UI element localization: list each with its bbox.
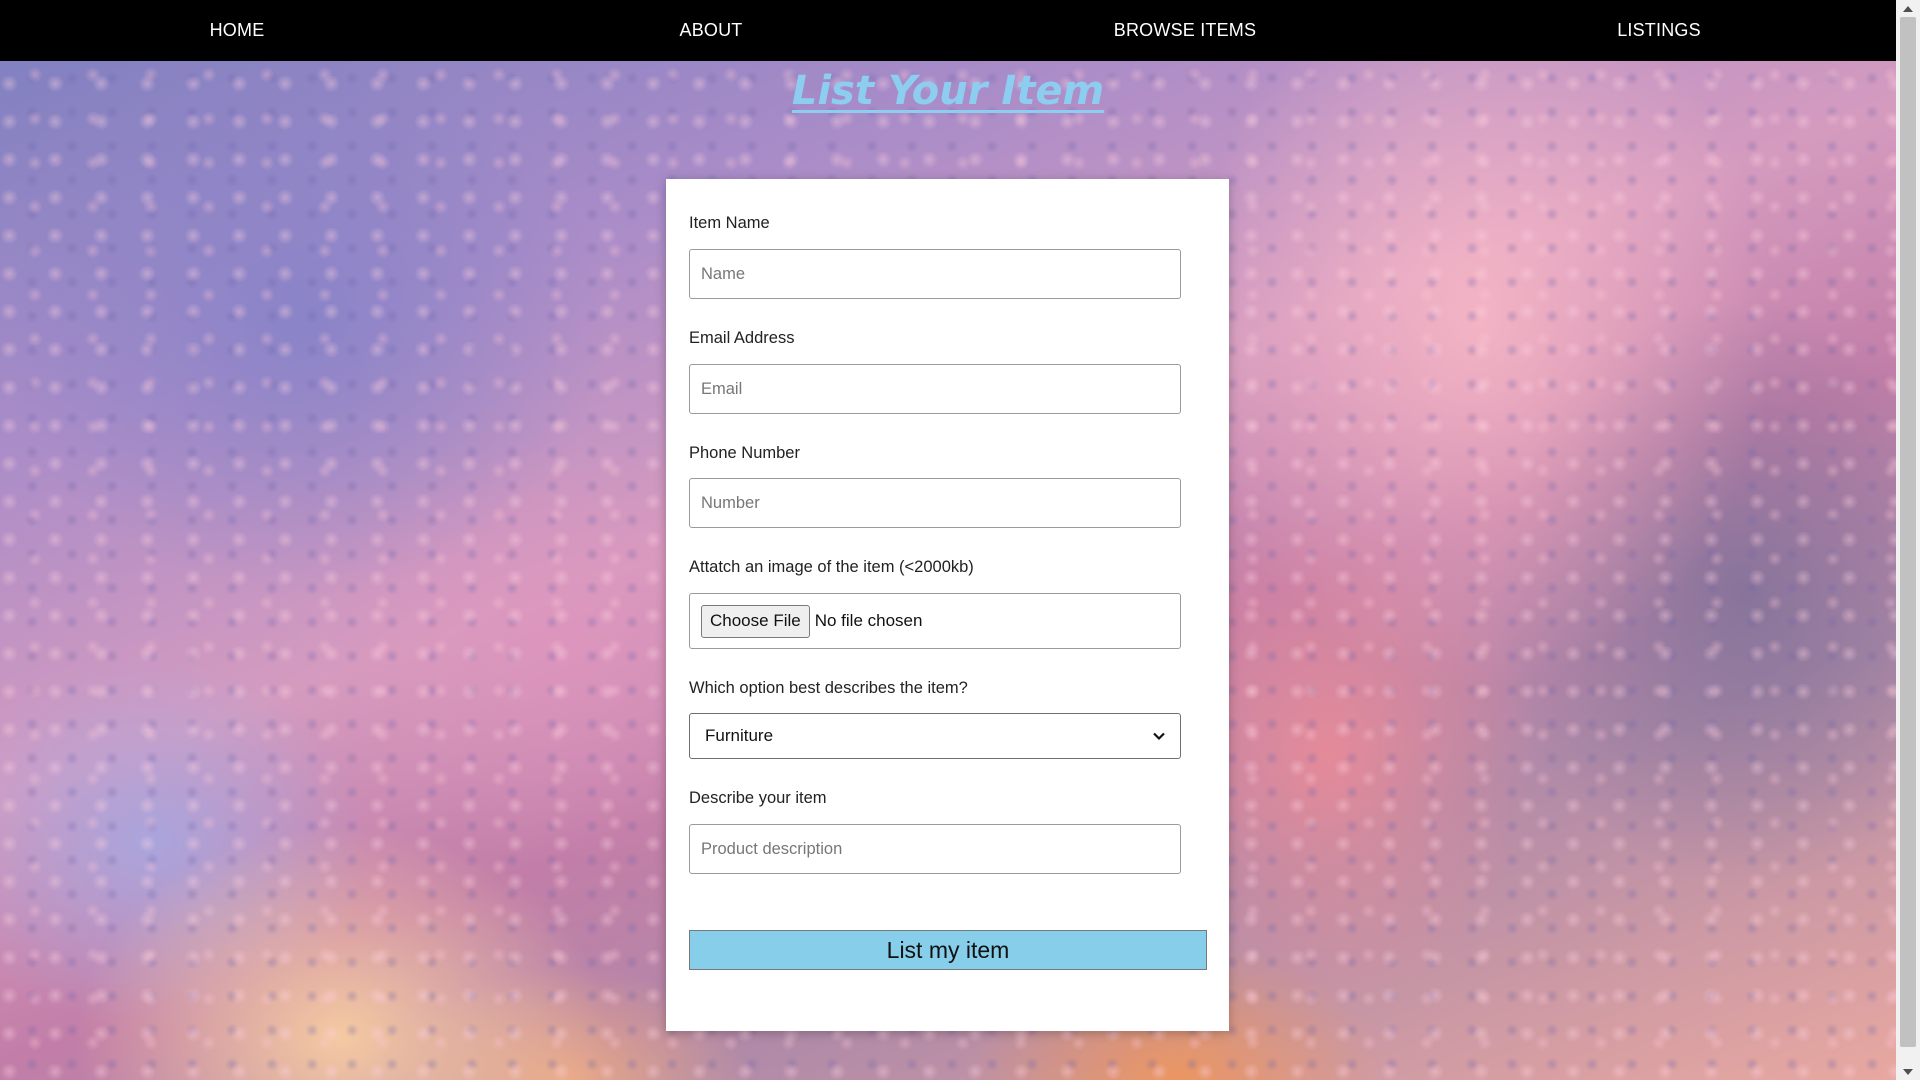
category-selected-value: Furniture (705, 726, 774, 745)
description-label: Describe your item (689, 789, 827, 807)
nav-home-link[interactable]: HOME (0, 0, 474, 61)
image-attachment-label: Attatch an image of the item (<2000kb) (689, 558, 974, 576)
scroll-down-arrow-icon[interactable] (1896, 1063, 1920, 1080)
product-description-input[interactable] (689, 824, 1181, 874)
chevron-down-icon (1152, 729, 1166, 743)
image-file-input: Choose File No file chosen (689, 593, 1181, 649)
file-status-text: No file chosen (814, 611, 923, 630)
list-my-item-button[interactable]: List my item (689, 930, 1207, 970)
phone-number-label: Phone Number (689, 444, 800, 462)
vertical-scrollbar[interactable] (1896, 0, 1920, 1080)
item-name-input[interactable] (689, 249, 1181, 299)
email-address-label: Email Address (689, 329, 795, 347)
category-select[interactable]: Furniture (689, 713, 1181, 759)
choose-file-button[interactable]: Choose File (701, 604, 810, 638)
page-title: List Your Item (791, 68, 1105, 114)
item-name-label: Item Name (689, 214, 770, 232)
phone-number-input[interactable] (689, 478, 1181, 528)
nav-listings-link[interactable]: LISTINGS (1422, 0, 1896, 61)
scroll-up-arrow-icon[interactable] (1896, 0, 1920, 17)
category-label: Which option best describes the item? (689, 679, 968, 697)
page-title-container: List Your Item (0, 68, 1896, 114)
scroll-thumb[interactable] (1900, 17, 1916, 1047)
list-item-form: Item Name Email Address Phone Number Att… (666, 179, 1229, 1031)
nav-browse-items-link[interactable]: BROWSE ITEMS (948, 0, 1422, 61)
email-input[interactable] (689, 364, 1181, 414)
nav-about-link[interactable]: ABOUT (474, 0, 948, 61)
top-navigation-bar: HOME ABOUT BROWSE ITEMS LISTINGS (0, 0, 1896, 61)
